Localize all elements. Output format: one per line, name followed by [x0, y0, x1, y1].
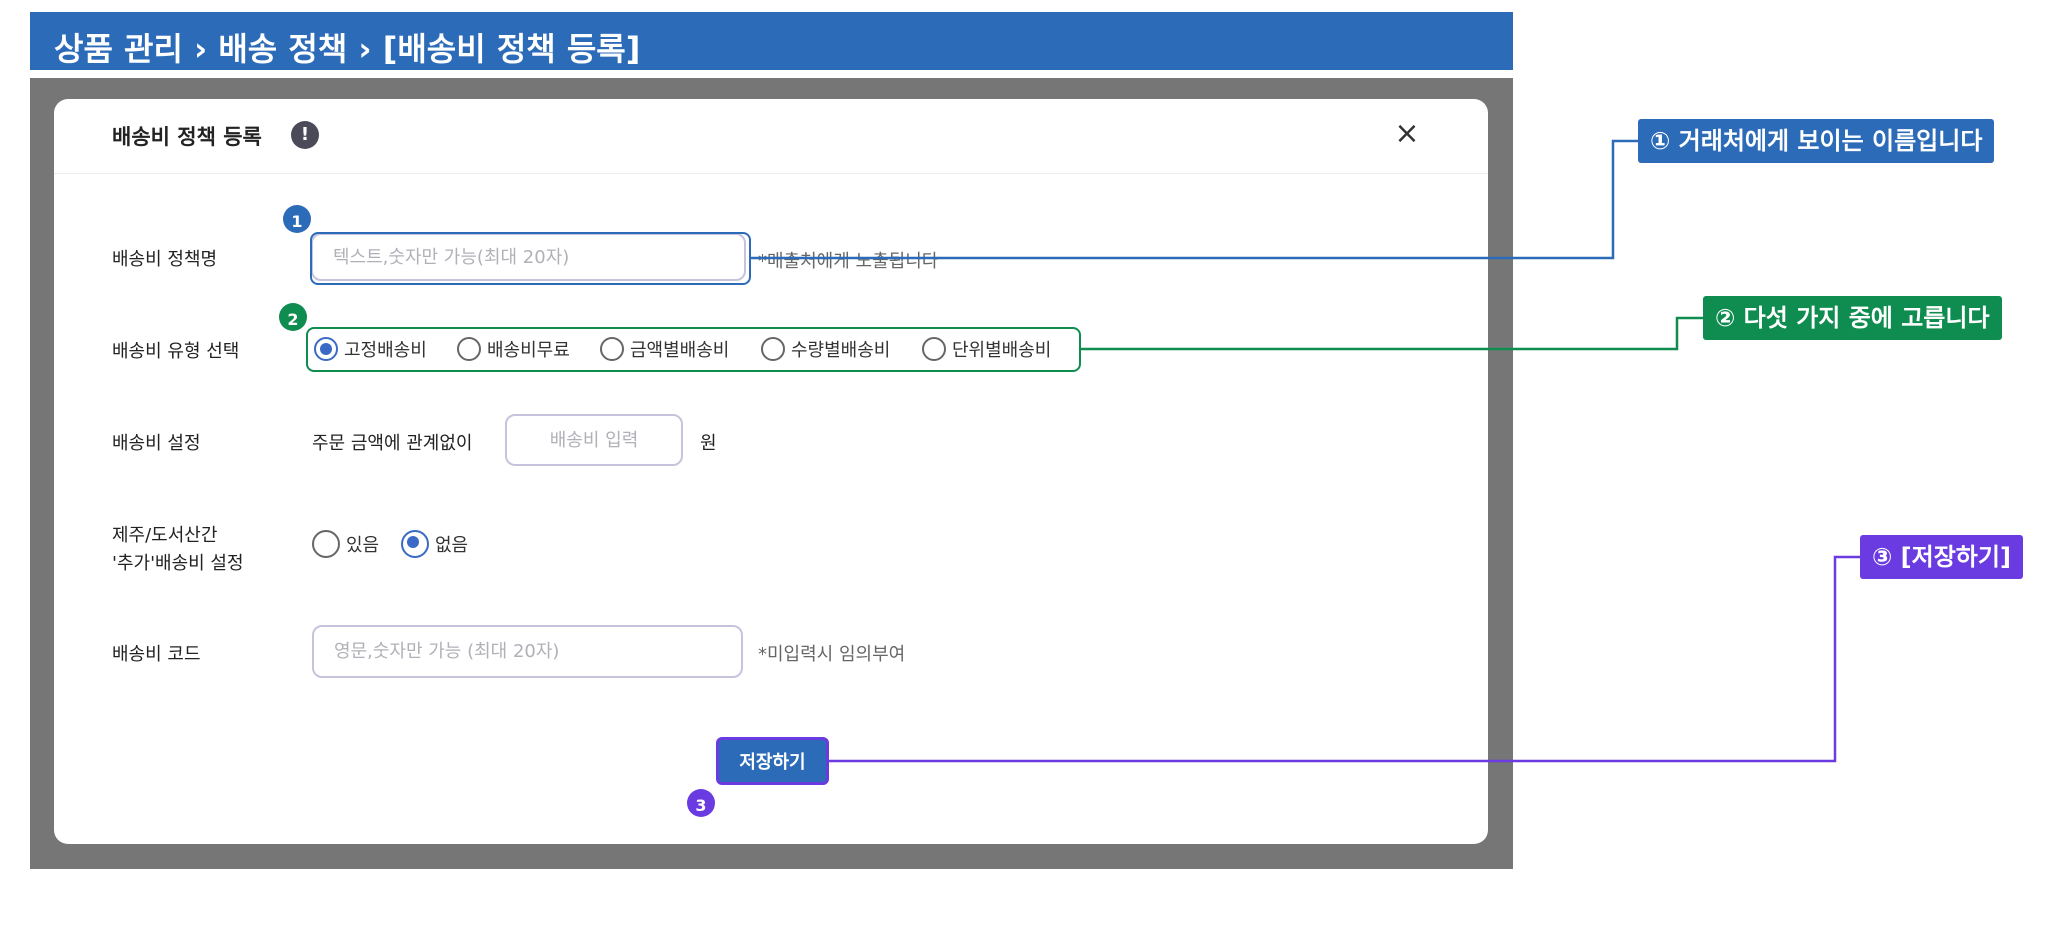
fee-setting-label: 배송비 설정	[112, 433, 201, 454]
annotation-marker-1: 1	[283, 205, 311, 233]
fee-type-label: 배송비 유형 선택	[112, 341, 240, 362]
radio-selected-icon	[314, 337, 338, 361]
fee-type-option-label: 배송비무료	[487, 340, 570, 361]
radio-selected-icon	[401, 530, 429, 558]
fee-amount-input[interactable]	[505, 414, 683, 466]
fee-type-amount-radio[interactable]: 금액별배송비	[600, 336, 729, 362]
fee-setting-prefix: 주문 금액에 관계없이	[312, 433, 473, 454]
fee-type-fixed-radio[interactable]: 고정배송비	[314, 336, 427, 362]
policy-name-label: 배송비 정책명	[112, 249, 218, 270]
policy-name-input[interactable]	[311, 233, 746, 281]
extra-fee-yes-radio[interactable]: 있음	[312, 530, 379, 558]
annotation-marker-2: 2	[279, 303, 307, 331]
fee-code-label: 배송비 코드	[112, 644, 201, 665]
radio-unselected-icon	[761, 337, 785, 361]
fee-type-option-label: 수량별배송비	[791, 340, 891, 361]
callout-2: ② 다섯 가지 중에 고릅니다	[1703, 296, 2002, 340]
extra-fee-no-radio[interactable]: 없음	[401, 530, 468, 558]
callout-3: ③ [저장하기]	[1860, 535, 2023, 579]
info-icon[interactable]: !	[291, 121, 319, 149]
fee-code-input[interactable]	[312, 625, 743, 678]
shipping-policy-modal: 배송비 정책 등록 ! × 배송비 정책명 *매출처에게 노출됩니다 배송비 유…	[54, 99, 1488, 844]
fee-type-free-radio[interactable]: 배송비무료	[457, 336, 570, 362]
fee-type-option-label: 단위별배송비	[952, 340, 1052, 361]
fee-code-hint: *미입력시 임의부여	[758, 644, 906, 665]
extra-fee-label-line2: '추가'배송비 설정	[112, 553, 244, 574]
close-icon[interactable]: ×	[1390, 117, 1424, 151]
radio-unselected-icon	[600, 337, 624, 361]
extra-fee-option-label: 있음	[346, 535, 380, 556]
modal-title: 배송비 정책 등록	[112, 125, 262, 149]
fee-type-option-label: 고정배송비	[344, 340, 427, 361]
breadcrumb: 상품 관리 › 배송 정책 › [배송비 정책 등록]	[30, 12, 1513, 70]
radio-unselected-icon	[922, 337, 946, 361]
extra-fee-option-label: 없음	[435, 535, 469, 556]
fee-unit-label: 원	[700, 433, 717, 454]
fee-type-quantity-radio[interactable]: 수량별배송비	[761, 336, 890, 362]
radio-unselected-icon	[457, 337, 481, 361]
radio-unselected-icon	[312, 530, 340, 558]
modal-header: 배송비 정책 등록 ! ×	[54, 99, 1488, 174]
fee-type-option-label: 금액별배송비	[630, 340, 730, 361]
extra-fee-label-line1: 제주/도서산간	[112, 525, 218, 546]
callout-1: ① 거래처에게 보이는 이름입니다	[1638, 119, 1995, 163]
save-button[interactable]: 저장하기	[716, 737, 829, 785]
annotation-marker-3: 3	[687, 789, 715, 817]
fee-type-unit-radio[interactable]: 단위별배송비	[922, 336, 1051, 362]
policy-name-hint: *매출처에게 노출됩니다	[758, 251, 939, 272]
